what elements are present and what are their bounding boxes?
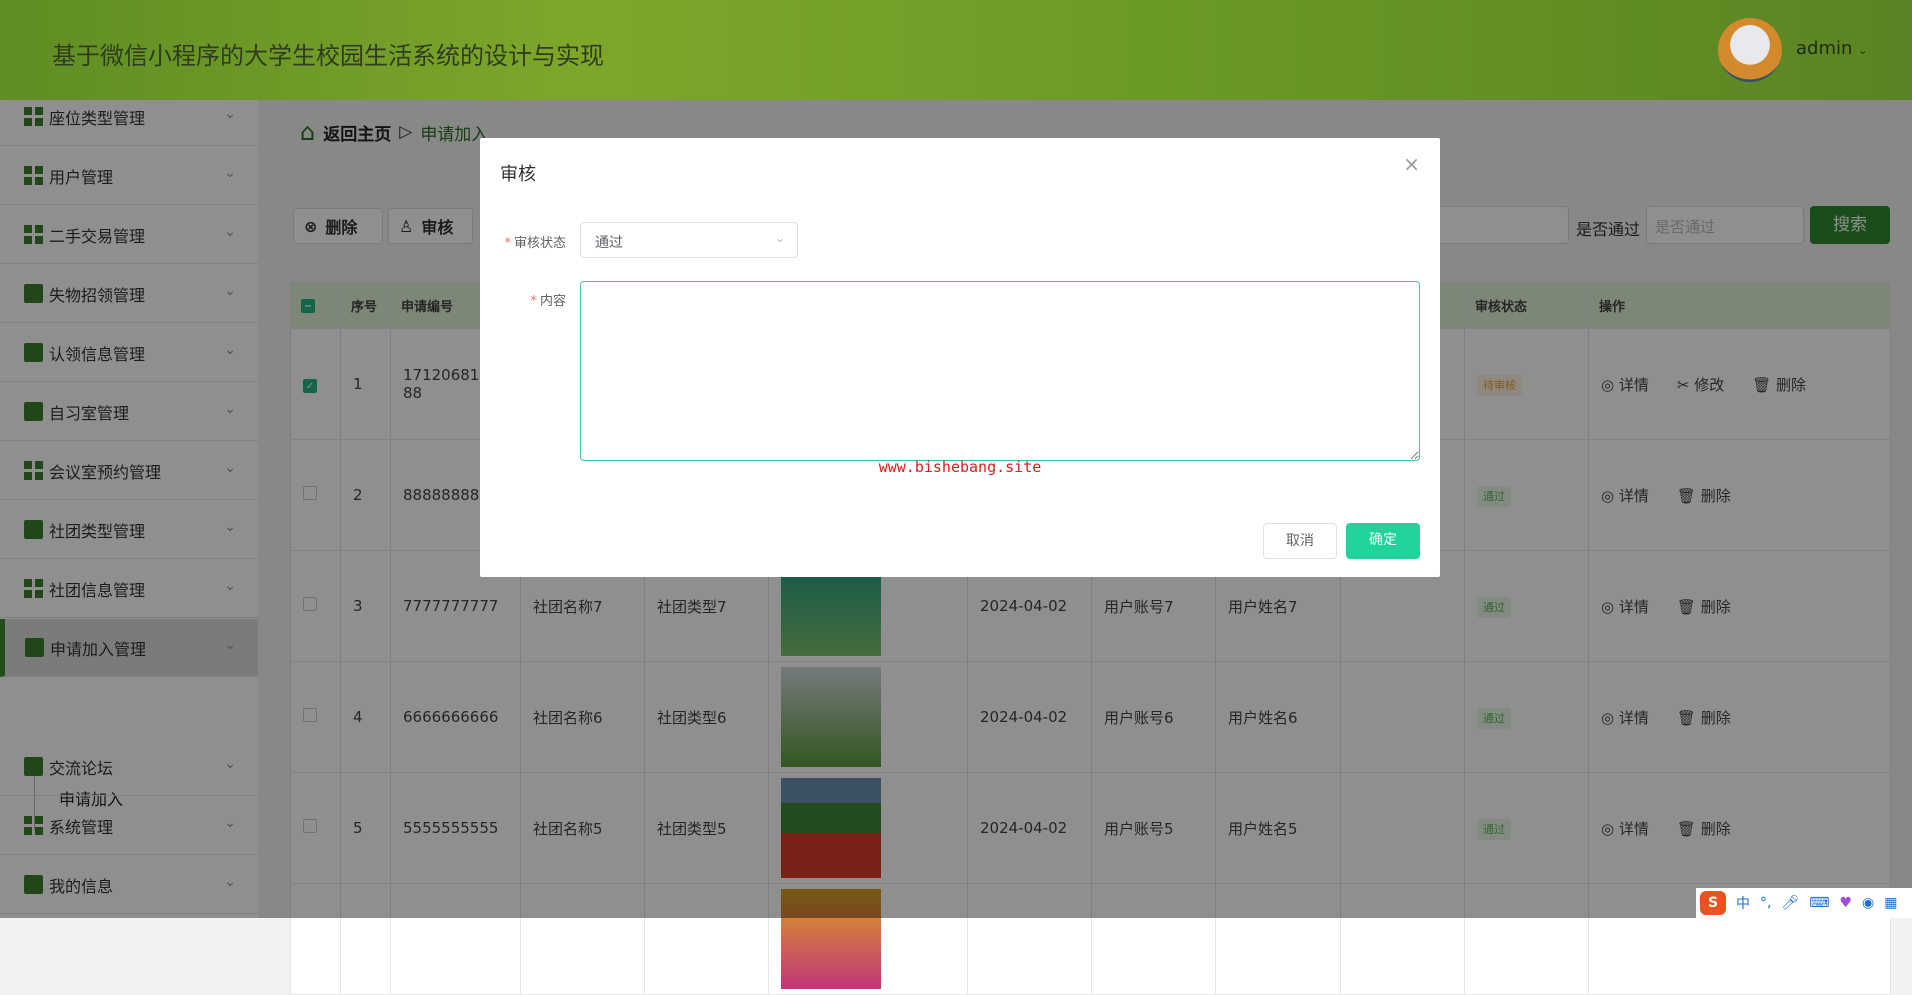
app-header: 基于微信小程序的大学生校园生活系统的设计与实现 admin ⌄ bbox=[0, 0, 1912, 100]
cancel-button[interactable]: 取消 bbox=[1263, 523, 1337, 559]
chevron-down-icon: ⌄ bbox=[774, 231, 785, 245]
microphone-icon[interactable]: 🎤︎ bbox=[1781, 895, 1799, 911]
game-icon[interactable]: ◉ bbox=[1862, 895, 1874, 911]
dialog-title: 审核 bbox=[500, 164, 536, 185]
watermark: www.bishebang.site bbox=[878, 458, 1042, 476]
content-label: * 内容 bbox=[530, 294, 566, 309]
content-textarea[interactable] bbox=[580, 281, 1420, 461]
audit-dialog: 审核 × * 审核状态 通过 ⌄ * 内容 www.bishebang.site 取消… bbox=[480, 138, 1440, 577]
apps-icon[interactable]: ▦ bbox=[1884, 895, 1897, 911]
status-select[interactable]: 通过 ⌄ bbox=[580, 222, 798, 258]
ime-mode[interactable]: 中 bbox=[1736, 893, 1750, 913]
skin-icon[interactable]: ♥ bbox=[1839, 895, 1852, 911]
status-label: * 审核状态 bbox=[504, 236, 566, 251]
sogou-logo-icon[interactable]: S bbox=[1700, 891, 1726, 915]
app-title: 基于微信小程序的大学生校园生活系统的设计与实现 bbox=[52, 42, 604, 70]
close-icon[interactable]: × bbox=[1403, 152, 1420, 176]
confirm-button[interactable]: 确定 bbox=[1346, 523, 1420, 559]
status-value: 通过 bbox=[595, 235, 623, 251]
chevron-down-icon: ⌄ bbox=[1858, 44, 1868, 57]
avatar[interactable] bbox=[1718, 18, 1782, 82]
user-menu[interactable]: admin ⌄ bbox=[1796, 38, 1867, 59]
ime-punct[interactable]: °, bbox=[1760, 895, 1771, 911]
ime-toolbar: S 中 °, 🎤︎ ⌨ ♥ ◉ ▦ bbox=[1696, 888, 1912, 918]
username: admin bbox=[1796, 38, 1853, 59]
keyboard-icon[interactable]: ⌨ bbox=[1809, 895, 1829, 911]
